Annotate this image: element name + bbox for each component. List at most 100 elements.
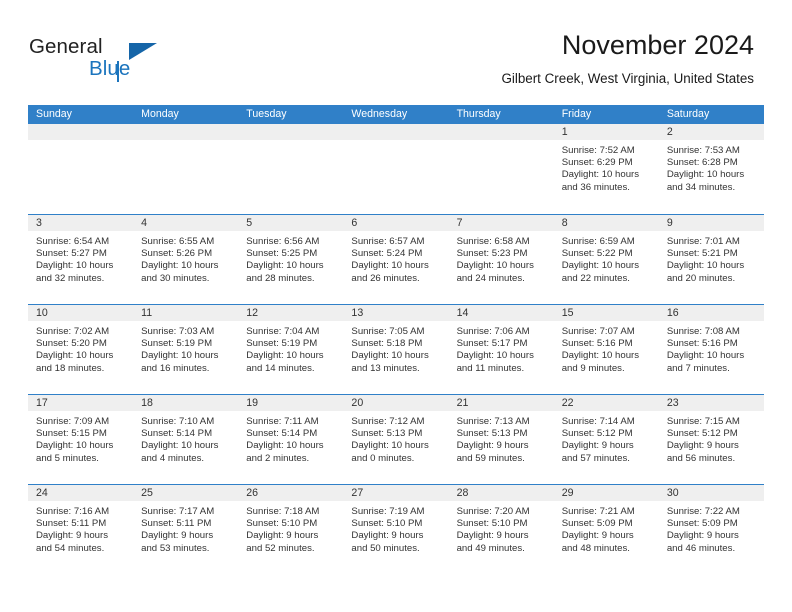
day-number: 9 xyxy=(666,217,673,229)
daylight-text-line1: Daylight: 10 hours xyxy=(561,169,640,181)
day-number-band: 30 xyxy=(658,485,764,501)
weekday-header-sunday: Sunday xyxy=(36,108,72,120)
day-number: 14 xyxy=(456,307,469,319)
day-number: 7 xyxy=(456,217,463,229)
day-cell[interactable]: 22 Sunrise: 7:14 AM Sunset: 5:12 PM Dayligh… xyxy=(553,395,659,484)
day-cell[interactable]: 23 Sunrise: 7:15 AM Sunset: 5:12 PM Dayligh… xyxy=(658,395,764,484)
day-number-band: 11 xyxy=(133,305,239,321)
day-cell[interactable]: 9 Sunrise: 7:01 AM Sunset: 5:21 PM Daylight… xyxy=(658,215,764,304)
day-number-band: 28 xyxy=(448,485,554,501)
day-cell[interactable]: 4 Sunrise: 6:55 AM Sunset: 5:26 PM Daylight… xyxy=(133,215,239,304)
sunset-text: Sunset: 5:19 PM xyxy=(141,338,213,350)
daylight-text-line2: and 53 minutes. xyxy=(141,542,210,554)
day-cell[interactable]: 26 Sunrise: 7:18 AM Sunset: 5:10 PM Dayligh… xyxy=(238,485,344,574)
day-number-band: 4 xyxy=(133,215,239,231)
day-number: 12 xyxy=(246,307,259,319)
day-number-band: 27 xyxy=(343,485,449,501)
daylight-text-line2: and 14 minutes. xyxy=(246,362,315,374)
day-cell[interactable]: 13 Sunrise: 7:05 AM Sunset: 5:18 PM Dayligh… xyxy=(343,305,449,394)
day-number-band: 5 xyxy=(238,215,344,231)
day-number-band: 3 xyxy=(28,215,134,231)
day-number: 13 xyxy=(351,307,364,319)
day-cell[interactable]: 5 Sunrise: 6:56 AM Sunset: 5:25 PM Daylight… xyxy=(238,215,344,304)
day-cell[interactable]: 2 Sunrise: 7:53 AM Sunset: 6:28 PM Daylight… xyxy=(658,124,764,214)
day-number-band xyxy=(238,124,344,140)
daylight-text-line1: Daylight: 10 hours xyxy=(246,260,324,272)
daylight-text-line1: Daylight: 10 hours xyxy=(456,260,534,272)
day-cell[interactable]: 21 Sunrise: 7:13 AM Sunset: 5:13 PM Dayligh… xyxy=(448,395,554,484)
day-number-band: 2 xyxy=(658,124,764,140)
daylight-text-line1: Daylight: 10 hours xyxy=(456,350,534,362)
calendar-week-row: 17 Sunrise: 7:09 AM Sunset: 5:15 PM Dayligh… xyxy=(28,394,764,484)
day-cell-empty xyxy=(448,124,554,214)
day-cell[interactable]: 17 Sunrise: 7:09 AM Sunset: 5:15 PM Dayligh… xyxy=(28,395,134,484)
day-details: Sunrise: 7:52 AM Sunset: 6:29 PM Daylight:… xyxy=(554,140,659,194)
day-number: 18 xyxy=(141,397,153,409)
sunset-text: Sunset: 5:16 PM xyxy=(561,338,633,350)
sunrise-text: Sunrise: 7:02 AM xyxy=(36,326,110,337)
daylight-text-line2: and 32 minutes. xyxy=(36,272,105,284)
day-number: 6 xyxy=(351,217,358,229)
day-cell[interactable]: 3 Sunrise: 6:54 AM Sunset: 5:27 PM Daylight… xyxy=(28,215,134,304)
sunset-text: Sunset: 5:26 PM xyxy=(141,248,213,260)
brand-name-blue: Blue xyxy=(89,57,131,80)
day-cell[interactable]: 8 Sunrise: 6:59 AM Sunset: 5:22 PM Daylight… xyxy=(553,215,659,304)
brand-logo[interactable]: General Blue xyxy=(29,36,229,83)
daylight-text-line1: Daylight: 9 hours xyxy=(351,530,424,542)
daylight-text-line2: and 28 minutes. xyxy=(246,272,315,284)
day-number: 17 xyxy=(36,397,48,409)
day-number: 5 xyxy=(246,217,253,229)
day-cell[interactable]: 11 Sunrise: 7:03 AM Sunset: 5:19 PM Dayligh… xyxy=(133,305,239,394)
day-cell[interactable]: 14 Sunrise: 7:06 AM Sunset: 5:17 PM Dayligh… xyxy=(448,305,554,394)
day-number: 10 xyxy=(36,307,48,319)
weekday-header-saturday: Saturday xyxy=(666,108,710,120)
daylight-text-line1: Daylight: 10 hours xyxy=(351,260,429,272)
sunrise-text: Sunrise: 7:01 AM xyxy=(666,236,740,247)
page-title: November 2024 xyxy=(561,30,754,60)
day-number-band: 24 xyxy=(28,485,134,501)
sunrise-text: Sunrise: 7:10 AM xyxy=(141,416,215,427)
day-cell[interactable]: 28 Sunrise: 7:20 AM Sunset: 5:10 PM Dayligh… xyxy=(448,485,554,574)
calendar-week-row: 10 Sunrise: 7:02 AM Sunset: 5:20 PM Dayligh… xyxy=(28,304,764,394)
day-cell[interactable]: 15 Sunrise: 7:07 AM Sunset: 5:16 PM Dayligh… xyxy=(553,305,659,394)
calendar-page: General Blue November 2024 Gilbert Creek… xyxy=(0,0,792,612)
day-cell[interactable]: 6 Sunrise: 6:57 AM Sunset: 5:24 PM Daylight… xyxy=(343,215,449,304)
sunset-text: Sunset: 5:12 PM xyxy=(666,428,738,440)
day-details: Sunrise: 6:55 AM Sunset: 5:26 PM Daylight:… xyxy=(133,231,238,285)
daylight-text-line1: Daylight: 9 hours xyxy=(456,530,529,542)
page-header: General Blue November 2024 Gilbert Creek… xyxy=(0,0,792,100)
day-details xyxy=(133,140,238,145)
day-cell[interactable]: 19 Sunrise: 7:11 AM Sunset: 5:14 PM Dayligh… xyxy=(238,395,344,484)
sunset-text: Sunset: 5:19 PM xyxy=(246,338,318,350)
day-cell[interactable]: 20 Sunrise: 7:12 AM Sunset: 5:13 PM Dayligh… xyxy=(343,395,449,484)
day-cell[interactable]: 24 Sunrise: 7:16 AM Sunset: 5:11 PM Dayligh… xyxy=(28,485,134,574)
sunrise-text: Sunrise: 7:05 AM xyxy=(351,326,425,337)
day-cell[interactable]: 27 Sunrise: 7:19 AM Sunset: 5:10 PM Dayligh… xyxy=(343,485,449,574)
day-cell[interactable]: 18 Sunrise: 7:10 AM Sunset: 5:14 PM Dayligh… xyxy=(133,395,239,484)
day-details: Sunrise: 7:01 AM Sunset: 5:21 PM Daylight:… xyxy=(659,231,764,285)
day-cell[interactable]: 25 Sunrise: 7:17 AM Sunset: 5:11 PM Dayligh… xyxy=(133,485,239,574)
daylight-text-line2: and 56 minutes. xyxy=(666,452,736,464)
daylight-text-line1: Daylight: 10 hours xyxy=(246,440,324,452)
day-cell[interactable]: 10 Sunrise: 7:02 AM Sunset: 5:20 PM Dayligh… xyxy=(28,305,134,394)
daylight-text-line2: and 18 minutes. xyxy=(36,362,105,374)
day-number-band xyxy=(133,124,239,140)
day-number-band xyxy=(343,124,449,140)
day-cell[interactable]: 16 Sunrise: 7:08 AM Sunset: 5:16 PM Dayligh… xyxy=(658,305,764,394)
daylight-text-line1: Daylight: 10 hours xyxy=(561,350,640,362)
daylight-text-line2: and 0 minutes. xyxy=(351,452,415,464)
day-number: 21 xyxy=(456,397,469,409)
day-number: 29 xyxy=(561,487,574,499)
daylight-text-line2: and 34 minutes. xyxy=(666,181,736,193)
day-cell[interactable]: 7 Sunrise: 6:58 AM Sunset: 5:23 PM Daylight… xyxy=(448,215,554,304)
day-number-band: 26 xyxy=(238,485,344,501)
day-cell[interactable]: 12 Sunrise: 7:04 AM Sunset: 5:19 PM Dayligh… xyxy=(238,305,344,394)
day-cell[interactable]: 30 Sunrise: 7:22 AM Sunset: 5:09 PM Dayligh… xyxy=(658,485,764,574)
daylight-text-line2: and 16 minutes. xyxy=(141,362,210,374)
day-details: Sunrise: 7:04 AM Sunset: 5:19 PM Daylight:… xyxy=(238,321,343,375)
day-cell-empty xyxy=(238,124,344,214)
day-cell[interactable]: 29 Sunrise: 7:21 AM Sunset: 5:09 PM Dayligh… xyxy=(553,485,659,574)
day-cell[interactable]: 1 Sunrise: 7:52 AM Sunset: 6:29 PM Daylight… xyxy=(553,124,659,214)
day-details xyxy=(343,140,448,145)
day-number-band: 19 xyxy=(238,395,344,411)
